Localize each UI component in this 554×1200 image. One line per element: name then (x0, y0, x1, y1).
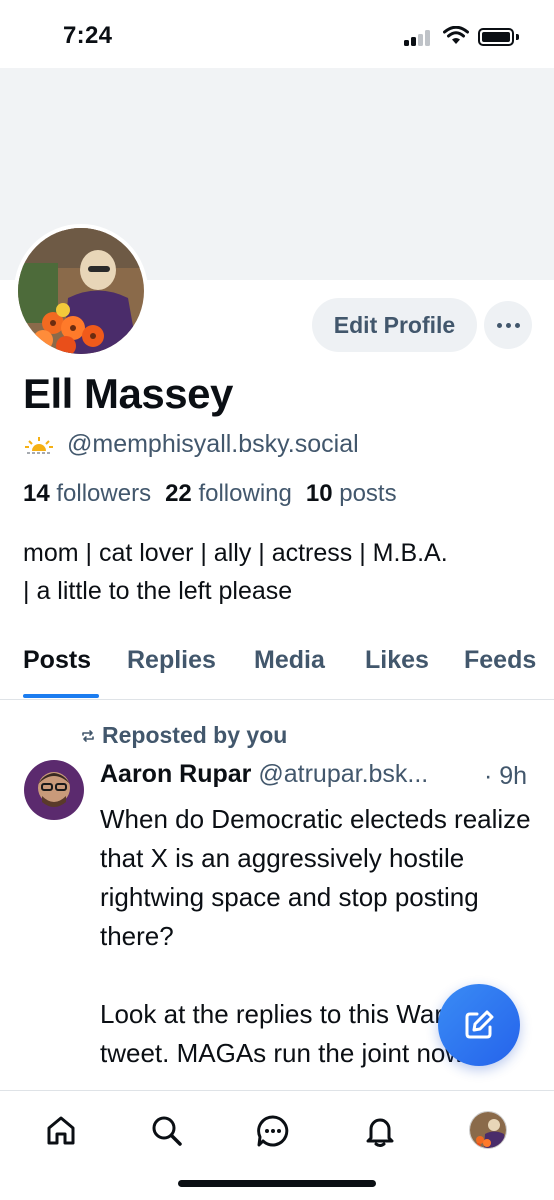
home-indicator[interactable] (178, 1180, 376, 1187)
tab-replies[interactable]: Replies (127, 646, 216, 675)
repost-label: Reposted by you (102, 722, 288, 748)
post-author-avatar[interactable] (24, 760, 84, 820)
repost-icon (82, 729, 94, 742)
followers-label: followers (56, 480, 152, 507)
post-author-name[interactable]: Aaron Rupar (100, 760, 251, 788)
post-timestamp[interactable]: · 9h (484, 762, 527, 791)
wifi-icon (443, 26, 469, 44)
status-bar: 7:24 (0, 0, 554, 68)
more-options-button[interactable] (484, 301, 532, 349)
nav-notifications[interactable] (360, 1111, 400, 1151)
nav-search[interactable] (147, 1111, 187, 1151)
posts-count: 10 (305, 480, 333, 507)
compose-icon (465, 1010, 494, 1039)
active-tab-indicator (23, 694, 99, 698)
bio-line: | a little to the left please (23, 577, 293, 605)
profile-handle[interactable]: @memphisyall.bsky.social (67, 430, 359, 459)
compose-button[interactable] (438, 984, 520, 1066)
tab-feeds[interactable]: Feeds (464, 646, 536, 675)
tab-likes[interactable]: Likes (365, 646, 429, 675)
tab-posts[interactable]: Posts (23, 646, 91, 675)
sunrise-icon (25, 436, 53, 454)
followers-count: 14 (23, 480, 50, 507)
cellular-signal-icon (404, 30, 434, 46)
edit-profile-button[interactable]: Edit Profile (312, 298, 477, 352)
nav-chat[interactable] (253, 1111, 293, 1151)
tab-media[interactable]: Media (254, 646, 325, 675)
nav-profile-avatar[interactable] (469, 1111, 507, 1149)
status-time: 7:24 (63, 22, 113, 49)
chat-icon (257, 1115, 289, 1147)
profile-display-name: Ell Massey (23, 370, 233, 417)
home-icon (47, 1116, 75, 1145)
profile-avatar[interactable] (14, 224, 148, 358)
followers-link[interactable]: 14 followers (23, 480, 151, 507)
posts-label: posts (339, 480, 397, 507)
bio-line: mom | cat lover | ally | actress | M.B.A… (23, 539, 448, 567)
profile-stats: 14 followers 22 following 10 posts (23, 480, 397, 508)
post-header: Aaron Rupar @atrupar.bsk... (100, 760, 540, 789)
nav-home[interactable] (41, 1111, 81, 1151)
handle-row: @memphisyall.bsky.social (25, 430, 359, 459)
battery-icon (478, 28, 519, 46)
following-label: following (198, 480, 292, 507)
post-author-handle[interactable]: @atrupar.bsk... (258, 760, 428, 788)
repost-indicator[interactable]: Reposted by you (80, 722, 287, 749)
ellipsis-icon (496, 322, 502, 328)
profile-tabs: Posts Replies Media Likes Feeds (0, 638, 554, 700)
search-icon (152, 1116, 182, 1146)
following-count: 22 (165, 480, 192, 507)
bell-icon (366, 1118, 394, 1147)
following-link[interactable]: 22 following (165, 480, 292, 507)
profile-bio: mom | cat lover | ally | actress | M.B.A… (23, 534, 543, 610)
